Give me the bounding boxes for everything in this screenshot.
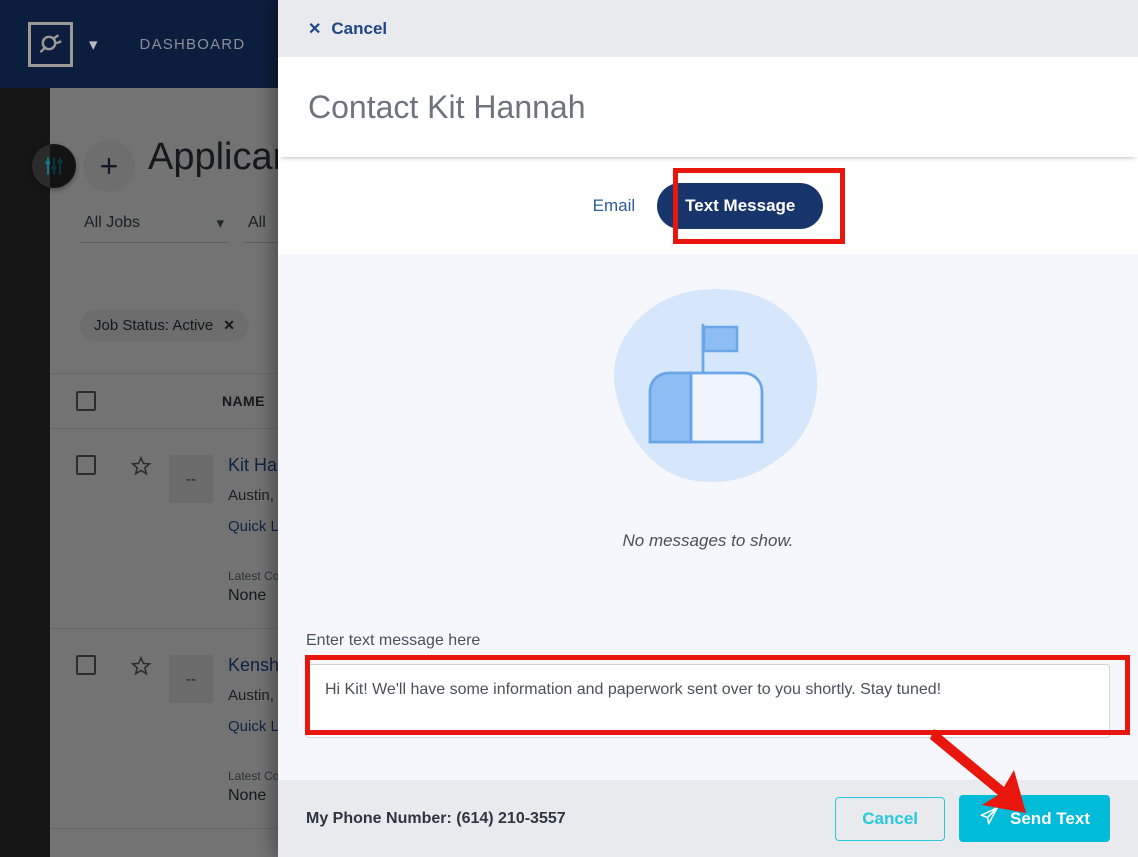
- tab-text-message[interactable]: Text Message: [657, 182, 824, 229]
- close-x-icon: ✕: [308, 20, 322, 38]
- mailbox-illustration: [577, 280, 839, 525]
- modal-cancel-top-button[interactable]: ✕ Cancel: [308, 19, 387, 39]
- empty-state-text: No messages to show.: [622, 531, 794, 550]
- channel-tabs: Email Text Message: [278, 157, 1138, 254]
- message-thread-area: No messages to show.: [278, 254, 1138, 624]
- modal-footer: My Phone Number: (614) 210-3557 Cancel S…: [278, 780, 1138, 857]
- paper-plane-icon: [979, 806, 999, 831]
- send-text-button[interactable]: Send Text: [959, 795, 1110, 842]
- left-side-rail: [0, 88, 50, 857]
- tab-email[interactable]: Email: [593, 196, 636, 216]
- compose-section: Enter text message here: [278, 624, 1138, 780]
- message-textarea[interactable]: [306, 664, 1110, 738]
- plug-logo-icon[interactable]: [28, 21, 73, 67]
- modal-title: Contact Kit Hannah: [308, 88, 586, 125]
- cancel-button[interactable]: Cancel: [835, 796, 946, 841]
- modal-cancel-top-label: Cancel: [331, 18, 388, 38]
- contact-modal: ✕ Cancel Contact Kit Hannah Email Text M…: [278, 0, 1138, 857]
- screen-root: ▾ DASHBOARD + Applicants Al: [0, 0, 1138, 857]
- send-text-label: Send Text: [1010, 808, 1090, 828]
- modal-title-bar: Contact Kit Hannah: [278, 57, 1138, 157]
- nav-dashboard-link[interactable]: DASHBOARD: [140, 36, 246, 53]
- my-phone-number-label: My Phone Number: (614) 210-3557: [306, 809, 566, 827]
- modal-topbar: ✕ Cancel: [278, 0, 1138, 57]
- footer-actions: Cancel Send Text: [835, 795, 1110, 842]
- compose-label: Enter text message here: [306, 632, 481, 649]
- chevron-down-icon[interactable]: ▾: [89, 36, 98, 53]
